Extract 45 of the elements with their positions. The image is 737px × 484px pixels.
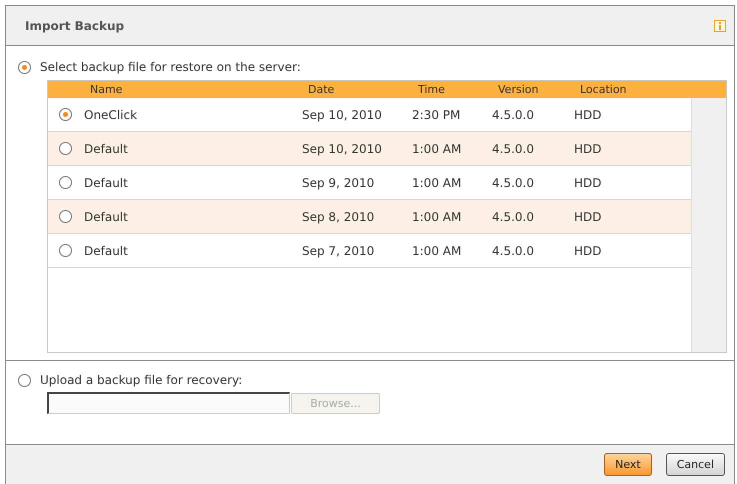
- table-cell-text: Sep 8, 2010: [302, 210, 376, 224]
- radio-button[interactable]: [18, 60, 31, 74]
- radio-button[interactable]: [59, 108, 72, 121]
- column-header: Date: [308, 83, 336, 96]
- table-cell-text: Sep 10, 2010: [302, 108, 383, 122]
- table-cell-text: 4.5.0.0: [492, 244, 535, 258]
- radio-button[interactable]: [59, 244, 72, 257]
- table-cell-text: Sep 10, 2010: [302, 142, 383, 156]
- radio-button[interactable]: [59, 142, 72, 155]
- table-cell-text: HDD: [574, 244, 603, 258]
- radio-button[interactable]: [59, 176, 72, 189]
- table-cell-text: HDD: [574, 210, 603, 224]
- column-header: Location: [580, 83, 628, 96]
- column-header: Version: [498, 83, 540, 96]
- table-cell-text: 4.5.0.0: [492, 108, 535, 122]
- table-cell-text: 1:00 AM: [412, 142, 462, 156]
- scrollbar[interactable]: [691, 98, 726, 352]
- radio-button[interactable]: [59, 210, 72, 223]
- table-cell-text: 2:30 PM: [412, 108, 462, 122]
- table-cell-text: Default: [84, 244, 129, 258]
- table-cell-text: 4.5.0.0: [492, 210, 535, 224]
- table-row[interactable]: Default Sep 8, 2010 1:00 AM 4.5.0.0 HDD: [48, 200, 691, 234]
- table-cell-text: 1:00 AM: [412, 176, 462, 190]
- table-cell-text: 1:00 AM: [412, 210, 462, 224]
- table-cell-text: Default: [84, 210, 129, 224]
- table-cell-text: 1:00 AM: [412, 244, 462, 258]
- cancel-button[interactable]: Cancel: [666, 453, 725, 476]
- column-header: Time: [418, 83, 446, 96]
- table-cell-text: HDD: [574, 108, 603, 122]
- next-button[interactable]: Next: [604, 453, 652, 476]
- dialog-title: Import Backup: [25, 18, 124, 32]
- table-cell-text: HDD: [574, 176, 603, 190]
- table-cell-text: 4.5.0.0: [492, 176, 535, 190]
- table-cell-text: 4.5.0.0: [492, 142, 535, 156]
- table-cell-text: Default: [84, 142, 129, 156]
- option-label: Upload a backup file for recovery:: [40, 373, 242, 387]
- table-cell-text: Sep 7, 2010: [302, 244, 376, 258]
- table-cell-text: HDD: [574, 142, 603, 156]
- table-cell-text: OneClick: [84, 108, 138, 122]
- radio-button[interactable]: [18, 374, 31, 386]
- option-label: Select backup file for restore on the server:: [40, 60, 301, 74]
- table-cell-text: Sep 9, 2010: [302, 176, 376, 190]
- column-header: Name: [90, 83, 124, 96]
- table-cell-text: Default: [84, 176, 129, 190]
- table-row[interactable]: Default Sep 10, 2010 1:00 AM 4.5.0.0 HDD: [48, 132, 691, 166]
